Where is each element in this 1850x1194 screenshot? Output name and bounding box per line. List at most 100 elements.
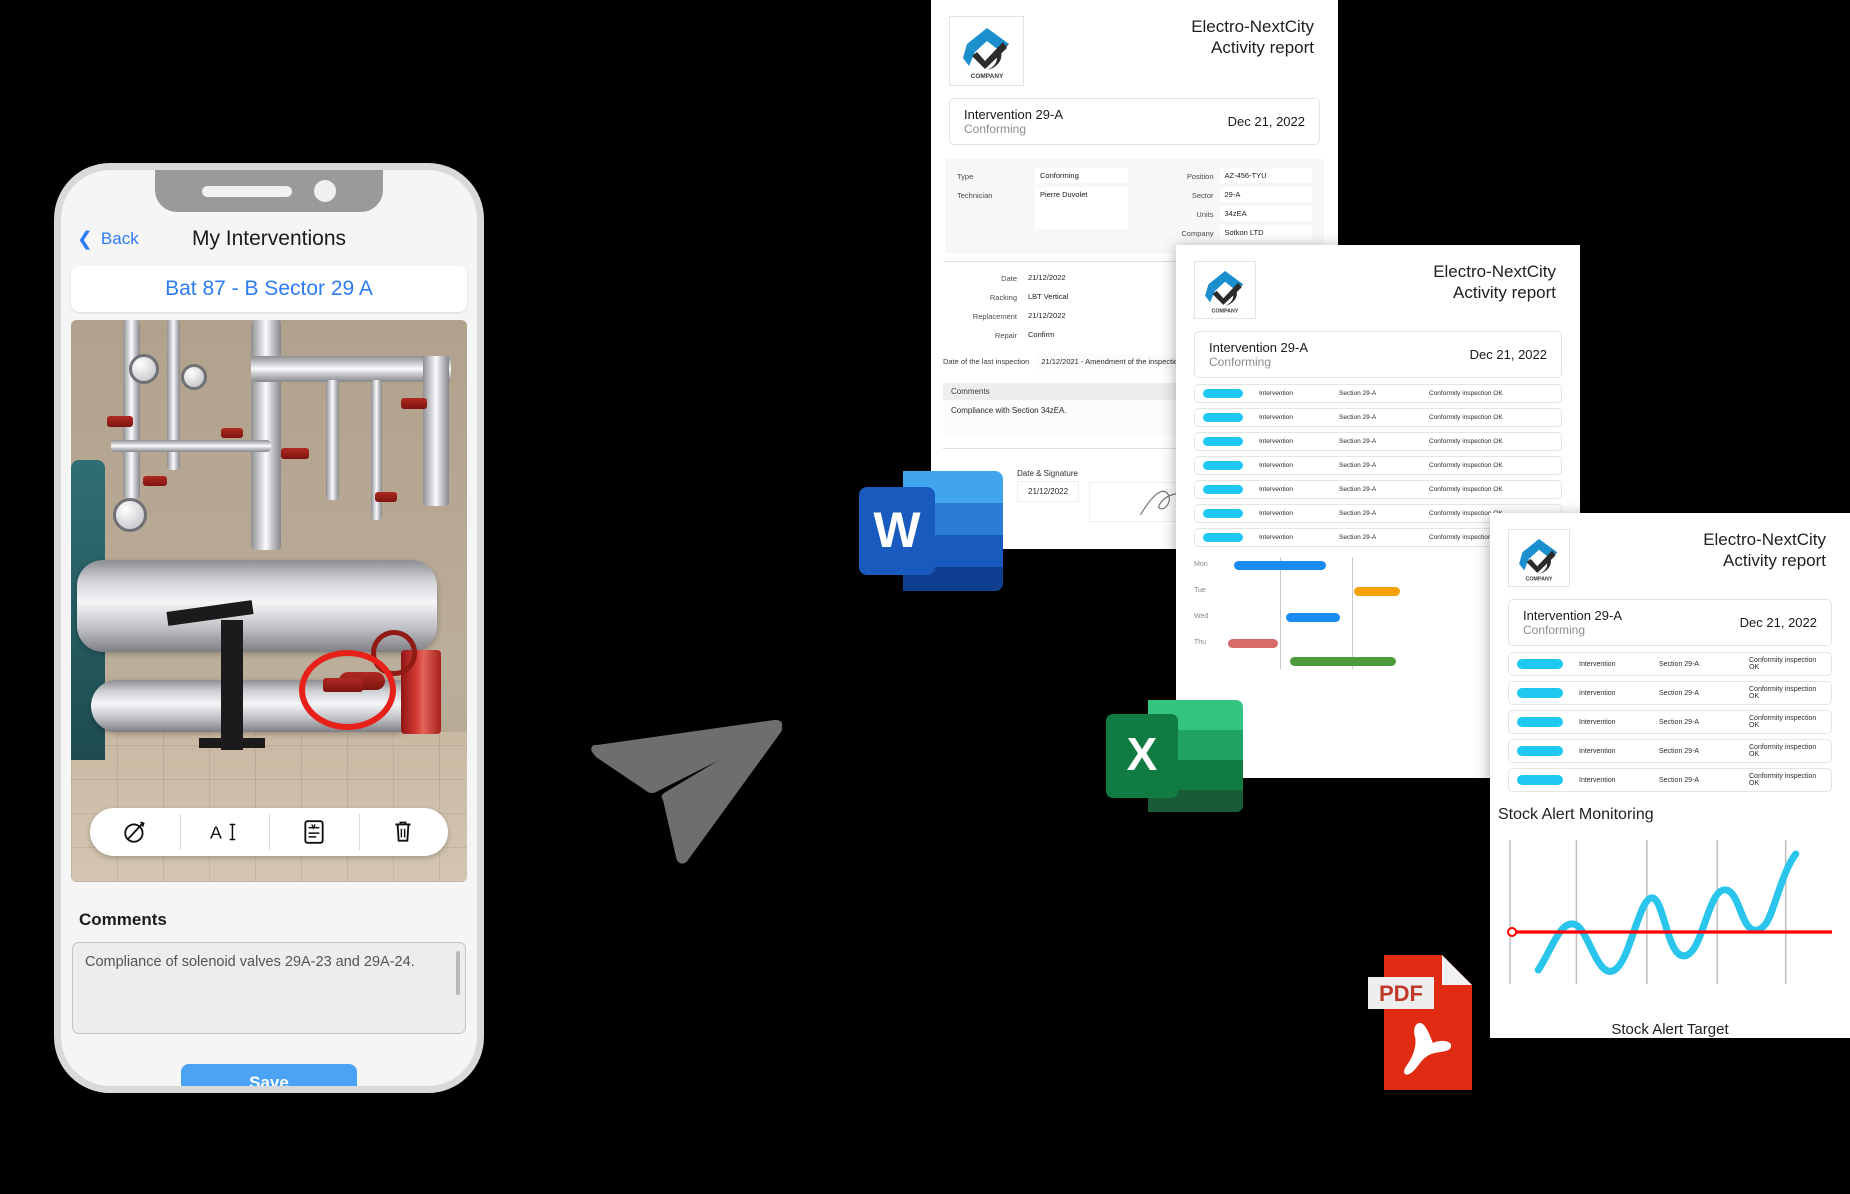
table-row[interactable]: Intervention Section 29-A Conformity ins…	[1194, 432, 1562, 451]
field-value: 21/12/2022	[1023, 270, 1128, 285]
intervention-summary-card: Intervention 29-A Conforming Dec 21, 202…	[1194, 331, 1562, 378]
photo-pipe	[251, 356, 451, 382]
gantt-day-label: Thu	[1194, 639, 1207, 646]
note-tool-button[interactable]	[269, 808, 359, 856]
intervention-photo[interactable]: A	[71, 320, 467, 882]
row-section: Section 29-A	[1339, 462, 1377, 469]
row-type: Intervention	[1579, 660, 1616, 668]
phone-screen: ❮ Back My Interventions Bat 87 - B Secto…	[61, 170, 477, 1086]
row-status-pill	[1203, 533, 1243, 542]
row-status-pill	[1203, 413, 1243, 422]
comments-scrollbar[interactable]	[456, 951, 460, 995]
word-app-icon[interactable]: W	[855, 465, 1007, 602]
send-paper-plane	[578, 700, 792, 870]
row-type: Intervention	[1259, 486, 1293, 493]
intervention-date: Dec 21, 2022	[1227, 114, 1305, 129]
location-card-label: Bat 87 - B Sector 29 A	[165, 277, 373, 300]
row-type: Intervention	[1259, 510, 1293, 517]
screenshot-canvas: ❮ Back My Interventions Bat 87 - B Secto…	[0, 0, 1850, 1194]
table-row[interactable]: Intervention Section 29-A Conformity ins…	[1194, 384, 1562, 403]
field-value: Confirm	[1023, 327, 1128, 342]
gantt-day-label: Wed	[1194, 613, 1209, 620]
photo-edit-toolbar: A	[90, 808, 448, 856]
gantt-bar	[1228, 639, 1278, 648]
field-value: Pierre Duvolet	[1035, 187, 1128, 229]
save-button[interactable]: Save	[181, 1064, 357, 1086]
photo-valve	[143, 476, 167, 486]
field-label: Units	[1196, 210, 1214, 219]
form-row: Racking LBT Vertical	[945, 289, 1128, 304]
signature-label: Date & Signature	[1017, 469, 1078, 478]
document-title: Electro-NextCity Activity report	[1024, 16, 1314, 59]
row-result: Conformity inspection OK	[1429, 486, 1503, 493]
chevron-left-icon: ❮	[77, 228, 93, 250]
note-document-icon	[304, 820, 324, 844]
intervention-name: Intervention 29-A	[1209, 340, 1309, 355]
svg-text:PDF: PDF	[1379, 981, 1423, 1006]
company-logo-icon: COMPANY	[1205, 270, 1244, 314]
company-logo: COMPANY	[1508, 529, 1570, 587]
intervention-status: Conforming	[1523, 623, 1586, 637]
row-result: Conformity inspection OK	[1749, 744, 1817, 758]
field-label: Racking	[989, 293, 1017, 302]
row-section: Section 29-A	[1339, 534, 1377, 541]
gantt-gridline	[1352, 557, 1353, 669]
form-column-left-2: Date 21/12/2022 Racking LBT Vertical Rep…	[945, 270, 1128, 346]
row-status-pill	[1517, 746, 1563, 756]
comments-input-value: Compliance of solenoid valves 29A-23 and…	[85, 954, 415, 970]
pdf-activity-report-document[interactable]: COMPANY Electro-NextCity Activity report…	[1490, 513, 1850, 1038]
document-title-line2: Activity report	[1453, 283, 1556, 303]
row-status-pill	[1517, 717, 1563, 727]
text-tool-button[interactable]: A	[179, 808, 270, 856]
document-title-line1: Electro-NextCity	[1433, 262, 1556, 281]
row-type: Intervention	[1579, 689, 1616, 697]
pdf-icon: PDF	[1368, 955, 1472, 1090]
field-value: Sotkon LTD	[1219, 225, 1312, 240]
document-header: COMPANY Electro-NextCity Activity report	[1176, 245, 1580, 325]
table-row[interactable]: Intervention Section 29-A Conformity ins…	[1194, 456, 1562, 475]
document-title: Electro-NextCity Activity report	[1570, 529, 1826, 572]
company-logo: COMPANY	[949, 16, 1024, 86]
draw-tool-button[interactable]	[90, 808, 180, 856]
row-section: Section 29-A	[1339, 510, 1377, 517]
photo-valve	[107, 416, 133, 427]
field-label: Replacement	[972, 312, 1017, 321]
location-card[interactable]: Bat 87 - B Sector 29 A	[71, 266, 467, 312]
field-value: 29-A	[1219, 187, 1312, 202]
excel-app-icon[interactable]: X	[1104, 694, 1246, 823]
table-row[interactable]: Intervention Section 29-A Conformity ins…	[1194, 480, 1562, 499]
table-row[interactable]: Intervention Section 29-A Conformity ins…	[1508, 768, 1832, 792]
signature-date: 21/12/2022	[1017, 481, 1080, 502]
photo-gauge	[181, 364, 207, 390]
last-inspection-label: Date of the last inspection	[943, 357, 1030, 366]
stock-alert-chart	[1504, 834, 1836, 1009]
comments-input[interactable]: Compliance of solenoid valves 29A-23 and…	[72, 942, 466, 1034]
intervention-date: Dec 21, 2022	[1469, 347, 1547, 362]
back-button[interactable]: ❮ Back	[77, 229, 139, 249]
table-row[interactable]: Intervention Section 29-A Conformity ins…	[1508, 739, 1832, 763]
row-section: Section 29-A	[1339, 390, 1377, 397]
photo-gauge	[129, 354, 159, 384]
photo-floor	[71, 732, 467, 882]
excel-icon: X	[1106, 700, 1243, 812]
intervention-summary-card: Intervention 29-A Conforming Dec 21, 202…	[1508, 599, 1832, 646]
table-row[interactable]: Intervention Section 29-A Conformity ins…	[1508, 710, 1832, 734]
delete-tool-button[interactable]	[358, 808, 449, 856]
table-row[interactable]: Intervention Section 29-A Conformity ins…	[1194, 408, 1562, 427]
row-type: Intervention	[1259, 462, 1293, 469]
row-result: Conformity inspection OK	[1429, 414, 1503, 421]
field-label: Date	[1001, 274, 1017, 283]
red-circle-annotation	[299, 650, 396, 730]
table-row[interactable]: Intervention Section 29-A Conformity ins…	[1508, 652, 1832, 676]
row-section: Section 29-A	[1659, 776, 1700, 784]
form-row: Technician Pierre Duvolet	[957, 187, 1128, 229]
row-status-pill	[1203, 437, 1243, 446]
pdf-app-icon[interactable]: PDF	[1368, 955, 1476, 1095]
form-column-left: Type Conforming Technician Pierre Duvole…	[957, 168, 1128, 244]
chart-footer-label: Stock Alert Target	[1611, 1021, 1729, 1038]
table-row[interactable]: Intervention Section 29-A Conformity ins…	[1508, 681, 1832, 705]
field-label: Repair	[994, 331, 1017, 340]
row-result: Conformity inspection OK	[1749, 715, 1817, 729]
row-status-pill	[1203, 461, 1243, 470]
chart-title: Stock Alert Monitoring	[1498, 806, 1654, 823]
